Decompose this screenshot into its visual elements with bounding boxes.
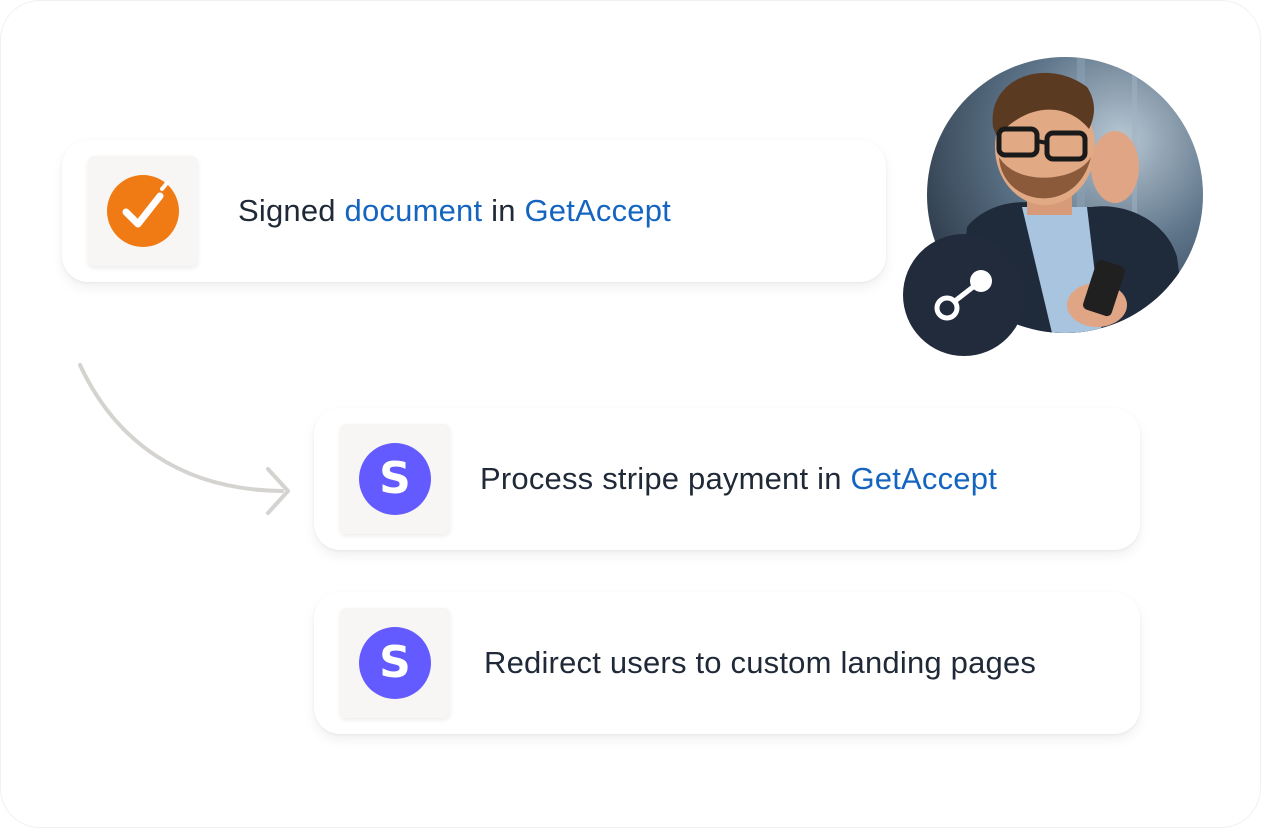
- step-card-signed-document[interactable]: Signed document in GetAccept: [62, 140, 886, 282]
- label-text: Process stripe payment in: [480, 461, 851, 496]
- step-label: Redirect users to custom landing pages: [484, 645, 1037, 680]
- link-document[interactable]: document: [345, 193, 483, 228]
- step-card-stripe-payment[interactable]: S Process stripe payment in GetAccept: [314, 408, 1140, 550]
- connector-badge: [903, 234, 1025, 356]
- link-getaccept[interactable]: GetAccept: [524, 193, 671, 228]
- step-icon-box: S: [340, 424, 450, 534]
- step-icon-box: S: [340, 608, 450, 718]
- orange-check-icon: [107, 175, 179, 247]
- workflow-canvas: Signed document in GetAccept S Process s…: [0, 0, 1261, 828]
- step-label: Process stripe payment in GetAccept: [480, 461, 997, 497]
- step-card-redirect[interactable]: S Redirect users to custom landing pages: [314, 592, 1140, 734]
- label-text: Signed: [238, 193, 345, 228]
- label-text: in: [482, 193, 525, 228]
- step-label: Signed document in GetAccept: [238, 193, 671, 229]
- link-getaccept[interactable]: GetAccept: [850, 461, 997, 496]
- stripe-icon: S: [359, 443, 431, 515]
- stripe-icon: S: [359, 627, 431, 699]
- connector-icon: [934, 270, 992, 321]
- step-icon-box: [88, 156, 198, 266]
- curved-arrow-icon: [78, 363, 290, 515]
